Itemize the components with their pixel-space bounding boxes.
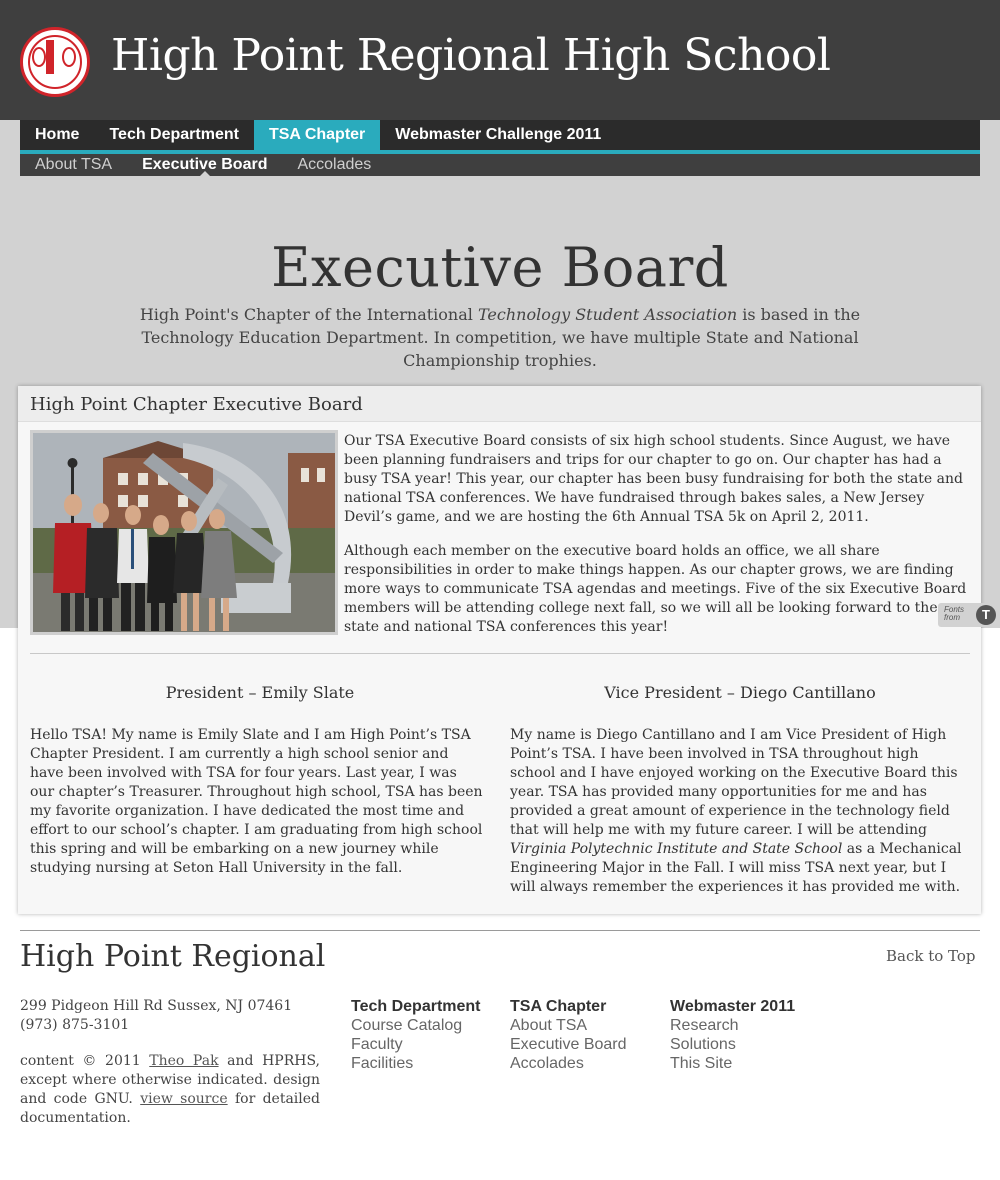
footer-column-heading[interactable]: Webmaster 2011 [670, 997, 795, 1016]
board-paragraph-1: Our TSA Executive Board consists of six … [344, 433, 963, 525]
footer-address-block: 299 Pidgeon Hill Rd Sussex, NJ 07461 (97… [20, 997, 292, 1035]
sub-nav: About TSA Executive Board Accolades [20, 154, 980, 177]
nav-webmaster-challenge[interactable]: Webmaster Challenge 2011 [380, 120, 616, 150]
card-divider [30, 653, 970, 654]
vp-bio-start: My name is Diego Cantillano and I am Vic… [510, 727, 958, 838]
page-title: Executive Board [271, 236, 729, 299]
copyright-text-1: content © 2011 [20, 1053, 150, 1069]
nav-home[interactable]: Home [20, 120, 94, 150]
president-bio: Hello TSA! My name is Emily Slate and I … [30, 727, 483, 876]
footer-column-heading[interactable]: TSA Chapter [510, 997, 627, 1016]
footer-link-research[interactable]: Research [670, 1016, 795, 1035]
seal-left-wreath [32, 47, 46, 67]
footer-link-facilities[interactable]: Facilities [351, 1054, 481, 1073]
subnav-executive-board[interactable]: Executive Board [127, 154, 282, 177]
subnav-accolades-label: Accolades [297, 156, 372, 173]
school-seal-logo[interactable] [20, 27, 90, 97]
footer-link-solutions[interactable]: Solutions [670, 1035, 795, 1054]
footer-link-faculty[interactable]: Faculty [351, 1035, 481, 1054]
footer-rule [20, 930, 980, 931]
subnav-accolades[interactable]: Accolades [282, 154, 386, 176]
footer-link-accolades[interactable]: Accolades [510, 1054, 627, 1073]
main-nav: Home Tech Department TSA Chapter Webmast… [20, 120, 980, 150]
card-header: High Point Chapter Executive Board [18, 386, 981, 422]
footer-phone: (973) 875-3101 [20, 1017, 130, 1033]
footer-copyright: content © 2011 Theo Pak and HPRHS, excep… [20, 1052, 320, 1128]
footer-title: High Point Regional [20, 939, 326, 974]
president-title: President – Emily Slate [165, 683, 355, 702]
executive-board-photo [30, 430, 338, 635]
board-paragraph-2: Although each member on the executive bo… [344, 543, 967, 635]
author-link[interactable]: Theo Pak [149, 1053, 218, 1069]
seal-right-wreath [62, 47, 76, 67]
fonts-from-badge[interactable]: Fonts from T [938, 603, 1000, 627]
footer-column-tech: Tech Department Course Catalog Faculty F… [351, 997, 481, 1073]
footer-column-heading[interactable]: Tech Department [351, 997, 481, 1016]
executive-board-card: High Point Chapter Executive Board Our T… [18, 386, 981, 914]
footer-link-executive-board[interactable]: Executive Board [510, 1035, 627, 1054]
typekit-logo-icon: T [976, 605, 996, 625]
fonts-badge-line2: from [944, 613, 960, 622]
seal-torch-icon [46, 40, 54, 74]
vp-bio-school: Virginia Polytechnic Institute and State… [510, 841, 843, 857]
subnav-about-tsa-label: About TSA [35, 156, 113, 173]
site-title[interactable]: High Point Regional High School [111, 30, 831, 81]
vice-president-title: Vice President – Diego Cantillano [604, 683, 876, 702]
page-intro: High Point's Chapter of the Internationa… [115, 303, 885, 372]
nav-tech-department[interactable]: Tech Department [94, 120, 254, 150]
photo-illustration [33, 433, 335, 632]
intro-text-start: High Point's Chapter of the Internationa… [139, 305, 478, 324]
footer-column-webmaster: Webmaster 2011 Research Solutions This S… [670, 997, 795, 1073]
fonts-badge-label: Fonts from [944, 606, 964, 622]
board-description: Our TSA Executive Board consists of six … [344, 432, 969, 652]
view-source-link[interactable]: view source [140, 1091, 227, 1107]
active-caret-icon [198, 171, 211, 177]
back-to-top-link[interactable]: Back to Top [886, 947, 976, 965]
nav-tsa-chapter[interactable]: TSA Chapter [253, 120, 381, 150]
subnav-about-tsa[interactable]: About TSA [20, 154, 127, 176]
card-heading: High Point Chapter Executive Board [30, 394, 363, 415]
intro-text-emphasis: Technology Student Association [477, 305, 738, 324]
footer-link-course-catalog[interactable]: Course Catalog [351, 1016, 481, 1035]
footer-address: 299 Pidgeon Hill Rd Sussex, NJ 07461 [20, 998, 293, 1014]
vice-president-bio: My name is Diego Cantillano and I am Vic… [510, 726, 965, 897]
footer-link-about-tsa[interactable]: About TSA [510, 1016, 627, 1035]
site-header: High Point Regional High School [0, 0, 1000, 120]
footer-column-tsa: TSA Chapter About TSA Executive Board Ac… [510, 997, 627, 1073]
footer-link-this-site[interactable]: This Site [670, 1054, 795, 1073]
